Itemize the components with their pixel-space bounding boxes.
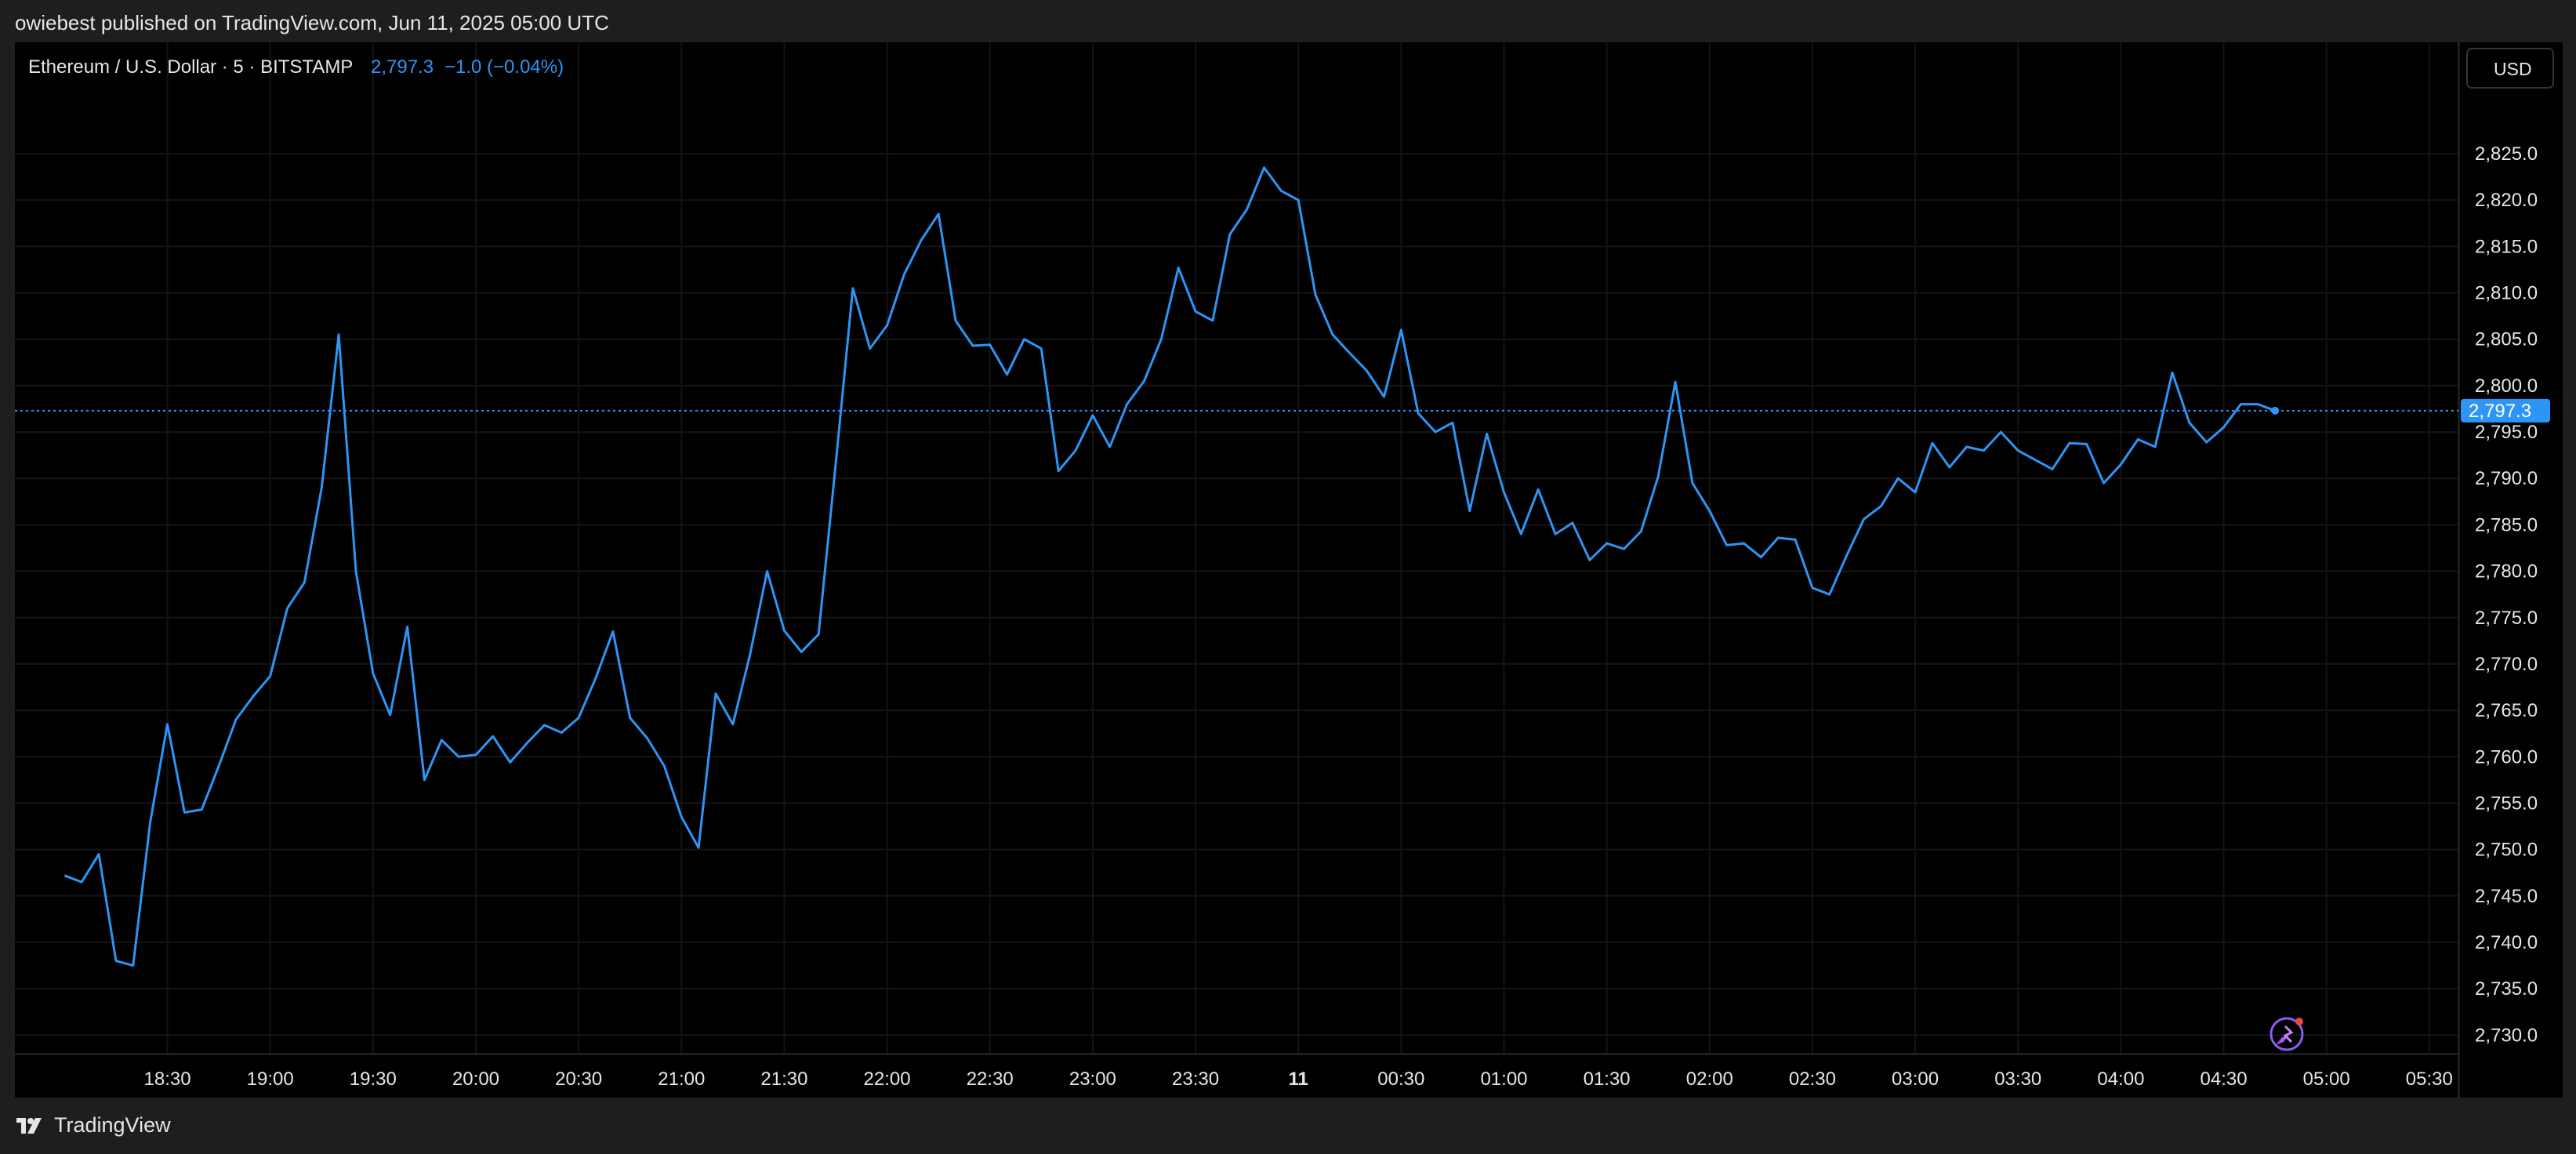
time-axis[interactable]: 18:30 19:00 19:30 20:00 20:30 21:00 21:30 22:00… — [144, 1069, 2453, 1090]
x-tick-label: 22:00 — [864, 1069, 911, 1090]
x-tick-label: 18:30 — [144, 1069, 191, 1090]
brand-name: TradingView — [54, 1113, 171, 1137]
x-tick-label: 19:00 — [247, 1069, 294, 1090]
chart-area[interactable]: 2,730.0 2,735.0 2,740.0 2,745.0 2,750.0 2,755… — [15, 42, 2563, 1098]
last-price-label: 2,797.3 — [2469, 401, 2531, 422]
publisher-text: owiebest published on TradingView.com, J… — [15, 11, 609, 34]
y-tick-label: 2,820.0 — [2475, 190, 2538, 211]
x-tick-label: 22:30 — [967, 1069, 1014, 1090]
legend-symbol[interactable]: Ethereum / U.S. Dollar · 5 · BITSTAMP — [28, 56, 353, 78]
x-tick-label: 01:00 — [1480, 1069, 1527, 1090]
currency-label: USD — [2494, 59, 2532, 79]
tradingview-logo-icon — [16, 1117, 42, 1134]
y-tick-label: 2,770.0 — [2475, 654, 2538, 675]
price-chart[interactable]: 2,730.0 2,735.0 2,740.0 2,745.0 2,750.0 2,755… — [15, 42, 2563, 1098]
currency-button[interactable]: USD — [2466, 48, 2554, 89]
y-tick-label: 2,750.0 — [2475, 840, 2538, 861]
y-tick-label: 2,755.0 — [2475, 793, 2538, 814]
x-tick-label: 04:30 — [2200, 1069, 2248, 1090]
legend-change: −1.0 (−0.04%) — [444, 56, 564, 78]
x-tick-label: 21:00 — [658, 1069, 705, 1090]
x-tick-label: 00:30 — [1377, 1069, 1424, 1090]
y-tick-label: 2,775.0 — [2475, 608, 2538, 629]
y-tick-label: 2,760.0 — [2475, 746, 2538, 768]
x-tick-label: 21:30 — [760, 1069, 807, 1090]
x-tick-label: 20:30 — [555, 1069, 602, 1090]
y-tick-label: 2,825.0 — [2475, 143, 2538, 165]
brand[interactable]: TradingView — [15, 1113, 171, 1138]
y-tick-label: 2,780.0 — [2475, 561, 2538, 582]
y-tick-label: 2,810.0 — [2475, 283, 2538, 304]
last-price-dot — [2271, 406, 2280, 415]
price-line — [63, 166, 2276, 967]
y-tick-label: 2,815.0 — [2475, 236, 2538, 257]
x-tick-label: 03:00 — [1892, 1069, 1939, 1090]
x-tick-label: 19:30 — [350, 1069, 397, 1090]
x-tick-label: 01:30 — [1584, 1069, 1631, 1090]
y-tick-label: 2,735.0 — [2475, 978, 2538, 1000]
footer: TradingView — [0, 1098, 2576, 1154]
y-tick-label: 2,730.0 — [2475, 1025, 2538, 1046]
y-tick-label: 2,745.0 — [2475, 886, 2538, 907]
x-tick-label: 02:30 — [1789, 1069, 1836, 1090]
x-tick-label: 11 — [1289, 1069, 1308, 1090]
grid — [15, 42, 2458, 1054]
y-tick-label: 2,795.0 — [2475, 422, 2538, 443]
x-tick-label: 20:00 — [452, 1069, 499, 1090]
top-bar: owiebest published on TradingView.com, J… — [0, 0, 2576, 42]
x-tick-label: 02:00 — [1686, 1069, 1733, 1090]
x-tick-label: 23:30 — [1172, 1069, 1219, 1090]
sparkle-assistant-icon[interactable] — [2269, 1017, 2304, 1051]
x-tick-label: 05:30 — [2406, 1069, 2453, 1090]
legend-last-price: 2,797.3 — [371, 56, 434, 78]
y-tick-label: 2,805.0 — [2475, 329, 2538, 350]
x-tick-label: 04:00 — [2097, 1069, 2144, 1090]
x-tick-label: 23:00 — [1069, 1069, 1116, 1090]
y-tick-label: 2,740.0 — [2475, 932, 2538, 953]
price-axis[interactable]: 2,730.0 2,735.0 2,740.0 2,745.0 2,750.0 2,755… — [2475, 143, 2538, 1046]
y-tick-label: 2,765.0 — [2475, 700, 2538, 721]
x-tick-label: 05:00 — [2303, 1069, 2350, 1090]
y-tick-label: 2,790.0 — [2475, 468, 2538, 489]
y-tick-label: 2,800.0 — [2475, 376, 2538, 397]
x-tick-label: 03:30 — [1994, 1069, 2041, 1090]
last-price-tag: 2,797.3 — [2461, 398, 2550, 423]
series-layer — [63, 166, 2280, 967]
y-tick-label: 2,785.0 — [2475, 514, 2538, 535]
